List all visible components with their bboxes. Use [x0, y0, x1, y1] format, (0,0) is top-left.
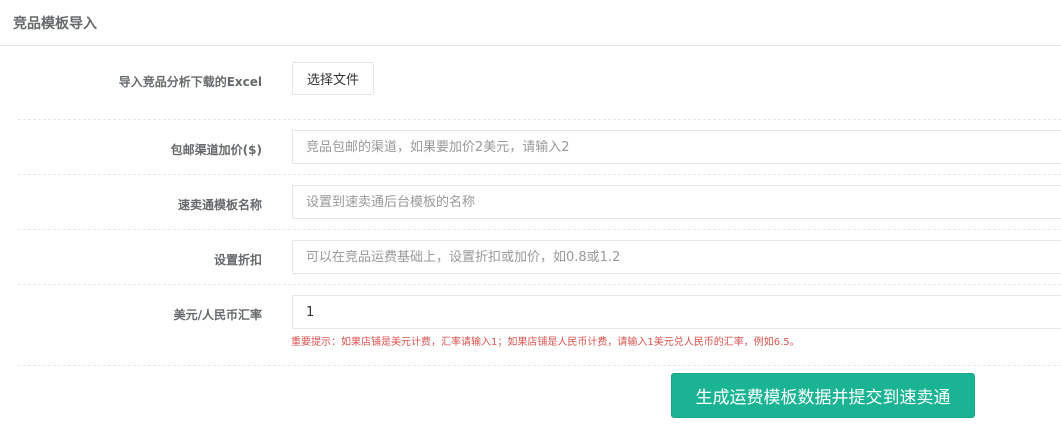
template-name-input[interactable] — [292, 185, 1061, 219]
discount-input[interactable] — [292, 240, 1061, 274]
exchange-rate-hint: 重要提示：如果店铺是美元计费，汇率请输入1；如果店铺是人民币计费，请输入1美元兑… — [291, 337, 800, 348]
template-name-label: 速卖通模板名称 — [177, 198, 262, 212]
exchange-rate-row: 美元/人民币汇率 重要提示：如果店铺是美元计费，汇率请输入1；如果店铺是人民币计… — [18, 285, 1061, 365]
submit-button[interactable]: 生成运费模板数据并提交到速卖通 — [671, 373, 975, 418]
panel-header: 竞品模板导入 — [0, 0, 1061, 46]
discount-label: 设置折扣 — [213, 253, 262, 267]
exchange-rate-input[interactable] — [292, 295, 1061, 329]
shipping-markup-input[interactable] — [292, 130, 1061, 164]
exchange-rate-label: 美元/人民币汇率 — [173, 308, 262, 322]
excel-upload-label: 导入竞品分析下载的Excel — [118, 75, 262, 89]
template-import-panel: 竞品模板导入 导入竞品分析下载的Excel 选择文件 包邮渠道加价($) 速卖通… — [0, 0, 1061, 442]
row-divider — [18, 365, 1061, 366]
panel-title: 竞品模板导入 — [13, 15, 97, 32]
excel-upload-row: 导入竞品分析下载的Excel 选择文件 — [18, 46, 1061, 119]
choose-file-button[interactable]: 选择文件 — [292, 62, 374, 95]
shipping-markup-row: 包邮渠道加价($) — [18, 120, 1061, 174]
discount-row: 设置折扣 — [18, 230, 1061, 284]
shipping-markup-label: 包邮渠道加价($) — [170, 143, 262, 157]
template-name-row: 速卖通模板名称 — [18, 175, 1061, 229]
